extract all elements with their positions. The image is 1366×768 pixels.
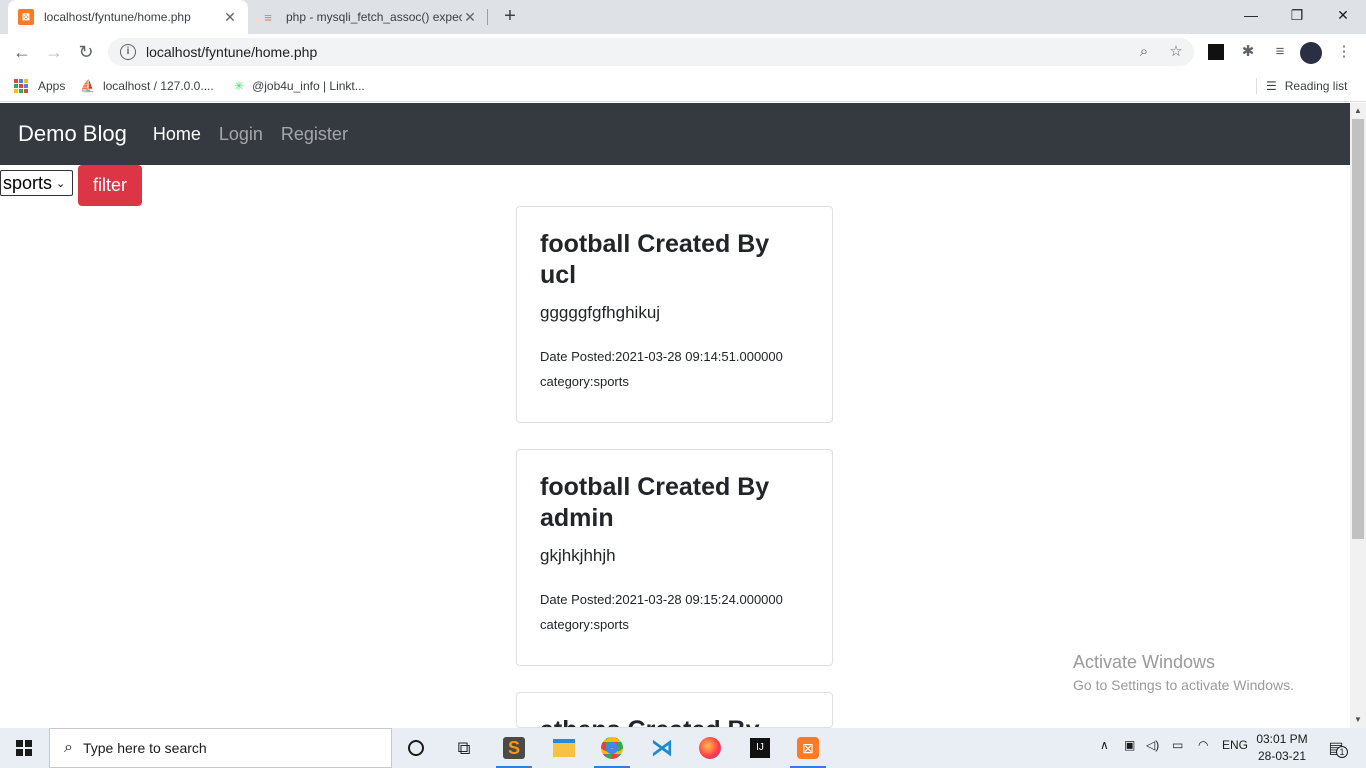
post-body: gggggfgfhghikuj <box>540 303 661 322</box>
filter-button[interactable]: filter <box>78 165 142 206</box>
post-date: Date Posted:2021-03-28 09:15:24.000000 <box>540 592 783 607</box>
post-card: football Created By ucl gggggfgfhghikuj … <box>516 206 833 423</box>
clock-time: 03:01 PM <box>1256 732 1308 746</box>
tab-title: localhost/fyntune/home.php <box>44 10 191 24</box>
forward-button[interactable]: → <box>40 38 68 66</box>
page-scrollbar[interactable]: ▲ ▼ <box>1350 103 1366 728</box>
close-icon[interactable]: ✕ <box>462 9 478 26</box>
language-indicator[interactable]: ENG <box>1222 738 1248 752</box>
bookmarks-bar: Apps ⛵ localhost / 127.0.0.... ✳ @job4u_… <box>0 70 1366 102</box>
info-icon[interactable]: i <box>120 44 136 60</box>
bookmark-star-icon[interactable]: ☆ <box>1164 40 1188 64</box>
post-title: athens Created By <box>540 715 809 727</box>
close-icon[interactable]: ✕ <box>222 9 238 26</box>
bookmark-label: localhost / 127.0.0.... <box>102 79 214 93</box>
post-title: football Created By admin <box>540 473 770 532</box>
post-card: athens Created By <box>516 692 833 728</box>
url-text: localhost/fyntune/home.php <box>146 44 318 60</box>
chrome-icon[interactable] <box>594 732 630 768</box>
post-card: football Created By admin gkjhkjhhjh Dat… <box>516 449 833 666</box>
activate-windows-watermark: Activate Windows Go to Settings to activ… <box>1073 652 1294 693</box>
scroll-down-arrow-icon[interactable]: ▼ <box>1350 712 1366 728</box>
chevron-down-icon: ⌄ <box>56 177 66 190</box>
bookmark-linktree[interactable]: ✳ @job4u_info | Linkt... <box>234 76 365 96</box>
media-queue-icon[interactable]: ≡ <box>1270 42 1290 62</box>
zoom-icon[interactable]: ⌕ <box>1132 40 1156 64</box>
firefox-icon[interactable] <box>692 732 728 764</box>
site-brand[interactable]: Demo Blog <box>18 121 127 147</box>
search-icon: ⌕ <box>64 739 73 756</box>
tab-home[interactable]: ⊠ localhost/fyntune/home.php ✕ <box>8 0 248 34</box>
watermark-subtitle: Go to Settings to activate Windows. <box>1073 677 1294 693</box>
category-select[interactable]: sports ⌄ <box>0 170 73 196</box>
reading-list-icon: ☰ <box>1266 79 1277 93</box>
profile-avatar[interactable] <box>1300 42 1322 64</box>
tab-stackoverflow[interactable]: ≡ php - mysqli_fetch_assoc() expec ✕ <box>250 0 488 34</box>
file-explorer-icon[interactable] <box>546 732 582 764</box>
search-placeholder: Type here to search <box>82 740 207 756</box>
post-body: gkjhkjhhjh <box>540 546 616 565</box>
extension-black-icon[interactable] <box>1206 42 1226 62</box>
bookmarks-separator <box>1256 78 1257 94</box>
post-date: Date Posted:2021-03-28 09:14:51.000000 <box>540 349 783 364</box>
cortana-icon[interactable] <box>398 732 434 764</box>
new-tab-button[interactable]: + <box>498 4 522 28</box>
windows-taskbar: ⌕ Type here to search ⧉ S ⋊ IJ ⊠ ∧ ▣ ◁) … <box>0 728 1366 768</box>
site-navbar: Demo Blog Home Login Register <box>0 103 1350 165</box>
category-select-value: sports <box>3 172 53 193</box>
bookmark-label: @job4u_info | Linkt... <box>252 79 365 93</box>
minimize-button[interactable]: — <box>1228 0 1274 30</box>
scroll-thumb[interactable] <box>1352 119 1364 539</box>
bookmark-phpmyadmin[interactable]: ⛵ localhost / 127.0.0.... <box>80 76 214 96</box>
nav-home-link[interactable]: Home <box>153 124 201 145</box>
tab-separator <box>487 9 488 25</box>
nav-login-link[interactable]: Login <box>219 124 263 145</box>
tab-title: php - mysqli_fetch_assoc() expec <box>286 10 462 24</box>
reading-list-label: Reading list <box>1284 79 1348 93</box>
notification-center-icon[interactable]: ▤ 1 <box>1318 732 1354 764</box>
battery-icon[interactable]: ▭ <box>1172 738 1183 752</box>
clock-date: 28-03-21 <box>1257 749 1307 763</box>
post-category: category:sports <box>540 374 629 389</box>
stackoverflow-favicon-icon: ≡ <box>264 9 272 25</box>
post-category: category:sports <box>540 617 629 632</box>
show-hidden-icons-chevron-icon[interactable]: ∧ <box>1100 738 1109 752</box>
xampp-favicon-icon: ⊠ <box>18 9 34 25</box>
bookmark-label: Apps <box>38 79 66 93</box>
meet-now-icon[interactable]: ▣ <box>1124 738 1135 752</box>
apps-grid-icon <box>14 79 28 93</box>
browser-tab-strip: ⊠ localhost/fyntune/home.php ✕ ≡ php - m… <box>0 0 1366 34</box>
wifi-icon[interactable]: ◠ <box>1198 738 1208 752</box>
volume-icon[interactable]: ◁) <box>1146 738 1159 752</box>
bookmark-apps[interactable]: Apps <box>14 76 65 96</box>
linktree-icon: ✳ <box>234 79 245 93</box>
address-bar[interactable]: i localhost/fyntune/home.php <box>108 38 1194 66</box>
restore-button[interactable]: ❐ <box>1274 0 1320 30</box>
sublime-text-icon[interactable]: S <box>496 732 532 768</box>
task-view-icon[interactable]: ⧉ <box>446 732 482 764</box>
xampp-icon[interactable]: ⊠ <box>790 732 826 768</box>
nav-register-link[interactable]: Register <box>281 124 348 145</box>
windows-logo-icon <box>16 740 32 756</box>
start-button[interactable] <box>0 728 48 768</box>
close-window-button[interactable]: ✕ <box>1320 0 1366 30</box>
phpmyadmin-icon: ⛵ <box>80 79 95 93</box>
extensions-puzzle-icon[interactable]: ✱ <box>1238 42 1258 62</box>
intellij-icon[interactable]: IJ <box>742 732 778 764</box>
reading-list-button[interactable]: ☰ Reading list <box>1266 76 1347 96</box>
reload-button[interactable]: ↻ <box>72 38 100 66</box>
browser-toolbar: ← → ↻ i localhost/fyntune/home.php ⌕ ☆ ✱… <box>0 34 1366 70</box>
notification-count-badge: 1 <box>1336 746 1348 758</box>
more-menu-icon[interactable]: ⋮ <box>1334 42 1354 62</box>
taskbar-search[interactable]: ⌕ Type here to search <box>49 728 392 768</box>
post-title: football Created By ucl <box>540 230 770 289</box>
back-button[interactable]: ← <box>8 38 36 66</box>
system-clock[interactable]: 03:01 PM 28-03-21 <box>1250 731 1314 765</box>
scroll-up-arrow-icon[interactable]: ▲ <box>1350 103 1366 119</box>
watermark-title: Activate Windows <box>1073 652 1216 672</box>
vscode-icon[interactable]: ⋊ <box>644 732 680 764</box>
